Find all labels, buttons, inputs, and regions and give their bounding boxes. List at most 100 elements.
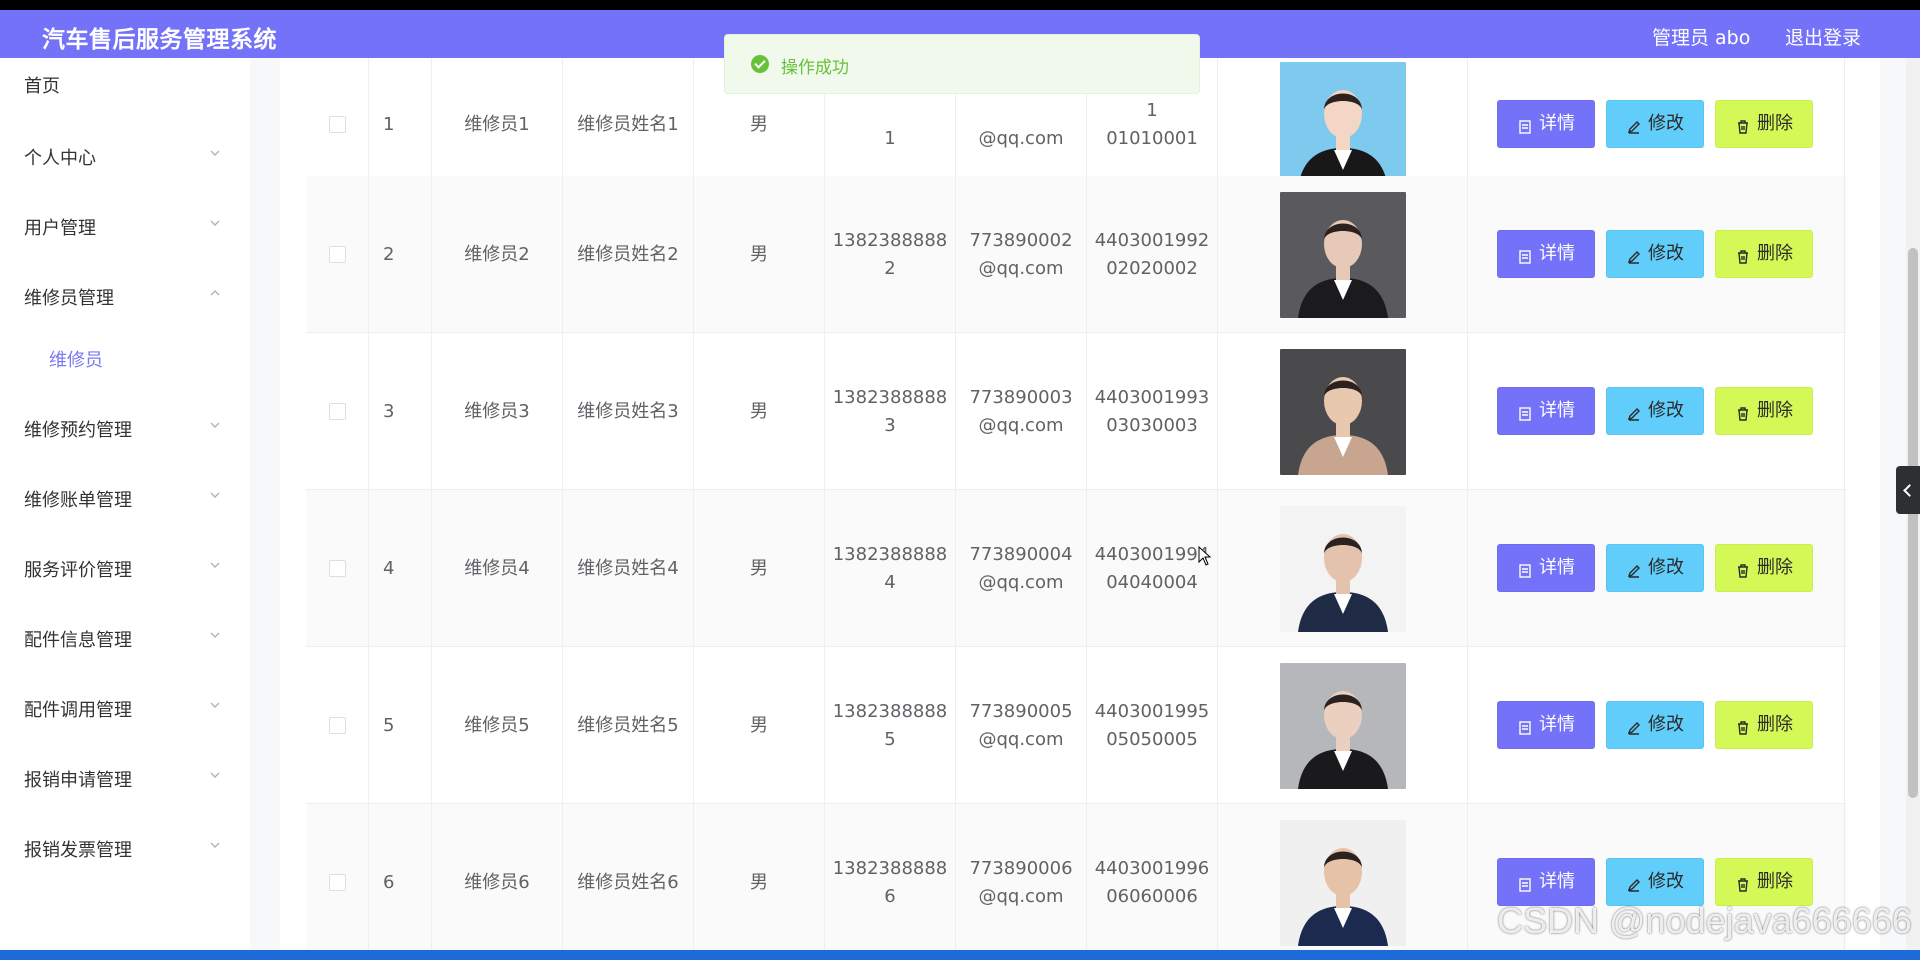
row-checkbox[interactable] <box>328 116 346 133</box>
delete-button-label: 删除 <box>1757 871 1793 892</box>
gender-text: 男 <box>750 400 768 422</box>
logout-link[interactable]: 退出登录 <box>1785 23 1861 50</box>
delete-button-label: 删除 <box>1757 400 1793 421</box>
select-cell <box>306 176 369 333</box>
chevron-down-icon <box>208 488 224 504</box>
account-text: 维修员1 <box>464 113 530 135</box>
gender-cell: 男 <box>694 804 825 950</box>
sidebar-item[interactable]: 维修账单管理 <box>0 478 250 518</box>
sidebar-item[interactable]: 用户管理 <box>0 206 250 246</box>
collapse-panel-button[interactable] <box>1896 466 1920 514</box>
sidebar-item[interactable]: 首页 <box>0 64 250 104</box>
edit-button[interactable]: 修改 <box>1606 701 1704 749</box>
idno-line-1: 4403001995 <box>1094 700 1210 722</box>
phone-line-2: 6 <box>884 885 896 907</box>
delete-button-label: 删除 <box>1757 714 1793 735</box>
row-checkbox[interactable] <box>328 874 346 891</box>
edit-button[interactable]: 修改 <box>1606 387 1704 435</box>
idno-text: 4403001993 03030003 <box>1095 384 1210 440</box>
delete-button[interactable]: 删除 <box>1715 544 1813 592</box>
edit-button-label: 修改 <box>1648 400 1684 421</box>
name-text: 维修员姓名4 <box>577 557 679 579</box>
table-row: 5 维修员5 维修员姓名5 男 1382388888 5 773890005 @qq.com 4… <box>306 647 1846 804</box>
phone-line-1: 1382388888 <box>832 700 948 722</box>
detail-button[interactable]: 详情 <box>1497 230 1595 278</box>
gender-cell: 男 <box>694 490 825 647</box>
sidebar-subitem[interactable]: 维修员 <box>0 338 250 378</box>
detail-button[interactable]: 详情 <box>1497 100 1595 148</box>
edit-button[interactable]: 修改 <box>1606 858 1704 906</box>
account-text: 维修员2 <box>464 243 530 265</box>
sidebar-item[interactable]: 报销发票管理 <box>0 828 250 868</box>
phone-line-1: 1382388888 <box>832 386 948 408</box>
app-title: 汽车售后服务管理系统 <box>42 27 277 53</box>
detail-button[interactable]: 详情 <box>1497 701 1595 749</box>
phone-line-1: 1382388888 <box>832 857 948 879</box>
edit-button[interactable]: 修改 <box>1606 100 1704 148</box>
edit-button-label: 修改 <box>1648 714 1684 735</box>
staff-photo <box>1279 819 1406 946</box>
email-line-2: @qq.com <box>978 127 1064 149</box>
name-cell: 维修员姓名4 <box>563 490 694 647</box>
detail-button[interactable]: 详情 <box>1497 387 1595 435</box>
row-checkbox[interactable] <box>328 717 346 734</box>
delete-button[interactable]: 删除 <box>1715 858 1813 906</box>
email-line-2: @qq.com <box>978 257 1064 279</box>
delete-button[interactable]: 删除 <box>1715 387 1813 435</box>
phone-text: 1382388888 3 <box>833 384 948 440</box>
edit-button-label: 修改 <box>1648 113 1684 134</box>
account-cell: 维修员3 <box>432 333 563 490</box>
index-text: 6 <box>383 871 395 893</box>
detail-button[interactable]: 详情 <box>1497 858 1595 906</box>
row-checkbox[interactable] <box>328 560 346 577</box>
email-cell: 773890005 @qq.com <box>956 647 1087 804</box>
sidebar-item-label: 报销发票管理 <box>24 840 132 861</box>
gender-cell: 男 <box>694 176 825 333</box>
email-cell: 773890006 @qq.com <box>956 804 1087 950</box>
actions-cell: 详情 修改 删除 <box>1468 490 1845 647</box>
email-line-1: 773890006 <box>969 857 1073 879</box>
phone-line-2: 4 <box>884 571 896 593</box>
detail-button[interactable]: 详情 <box>1497 544 1595 592</box>
email-text: 773890006 @qq.com <box>969 855 1072 911</box>
phone-cell: 1382388888 5 <box>825 647 956 804</box>
email-line-1: 773890003 <box>969 386 1073 408</box>
select-cell <box>306 647 369 804</box>
idno-cell: 4403001996 06060006 <box>1087 804 1218 950</box>
detail-button-label: 详情 <box>1539 871 1575 892</box>
sidebar-item-label: 服务评价管理 <box>24 560 132 581</box>
sidebar-item[interactable]: 报销申请管理 <box>0 758 250 798</box>
pencil-icon <box>1626 560 1642 578</box>
staff-photo <box>1279 348 1406 475</box>
row-checkbox[interactable] <box>328 403 346 420</box>
sidebar-item[interactable]: 维修员管理 <box>0 276 250 316</box>
sidebar-item-label: 维修预约管理 <box>24 420 132 441</box>
sidebar-item[interactable]: 配件信息管理 <box>0 618 250 658</box>
idno-line-2: 05050005 <box>1106 728 1198 750</box>
gender-text: 男 <box>750 871 768 893</box>
trash-icon <box>1735 874 1751 892</box>
scrollbar-thumb[interactable] <box>1908 248 1918 798</box>
document-icon <box>1517 403 1533 421</box>
edit-button[interactable]: 修改 <box>1606 544 1704 592</box>
edit-button[interactable]: 修改 <box>1606 230 1704 278</box>
admin-label: 管理员 abo <box>1652 27 1751 49</box>
detail-button-label: 详情 <box>1539 557 1575 578</box>
sidebar-item[interactable]: 维修预约管理 <box>0 408 250 448</box>
sidebar-item[interactable]: 服务评价管理 <box>0 548 250 588</box>
idno-line-1: 1 <box>1146 99 1158 121</box>
sidebar-item[interactable]: 个人中心 <box>0 136 250 176</box>
delete-button[interactable]: 删除 <box>1715 701 1813 749</box>
phone-line-2: 2 <box>884 257 896 279</box>
index-cell: 6 <box>369 804 432 950</box>
actions-cell: 详情 修改 删除 <box>1468 647 1845 804</box>
delete-button[interactable]: 删除 <box>1715 230 1813 278</box>
detail-button-label: 详情 <box>1539 400 1575 421</box>
trash-icon <box>1735 717 1751 735</box>
sidebar-item[interactable]: 配件调用管理 <box>0 688 250 728</box>
staff-photo <box>1279 662 1406 789</box>
photo-cell <box>1218 647 1468 804</box>
sidebar-item-label: 用户管理 <box>24 218 96 239</box>
row-checkbox[interactable] <box>328 246 346 263</box>
delete-button[interactable]: 删除 <box>1715 100 1813 148</box>
